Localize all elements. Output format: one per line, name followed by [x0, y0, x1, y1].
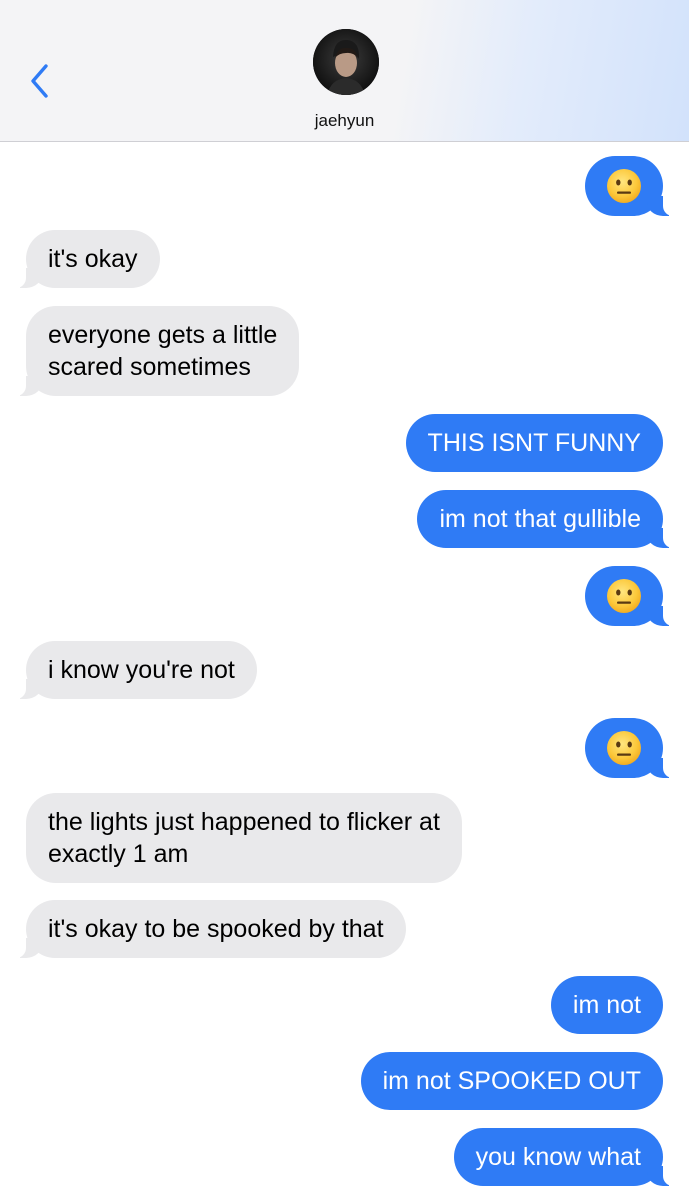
- message-bubble-outgoing[interactable]: [585, 156, 679, 216]
- message-text: THIS ISNT FUNNY: [427, 429, 641, 457]
- message-bubble-outgoing[interactable]: [585, 566, 679, 626]
- contact-name[interactable]: jaehyun: [0, 111, 689, 131]
- message-text-line: exactly 1 am: [48, 840, 189, 868]
- message-bubble-incoming[interactable]: everyone gets a little scared sometimes: [9, 306, 300, 396]
- message-bubble-incoming[interactable]: i know you're not: [10, 641, 257, 699]
- message-text: im not that gullible: [439, 505, 641, 533]
- message-bubble-incoming[interactable]: it's okay: [10, 230, 160, 288]
- message-bubble-outgoing[interactable]: im not that gullible: [417, 490, 679, 548]
- message-text: it's okay: [48, 245, 138, 273]
- message-text-line: scared sometimes: [48, 353, 251, 381]
- message-text: you know what: [475, 1143, 641, 1171]
- message-bubble-outgoing[interactable]: im not SPOOKED OUT: [360, 1052, 663, 1110]
- message-text: im not: [572, 991, 641, 1019]
- chevron-left-icon: [31, 64, 48, 98]
- message-bubble-outgoing[interactable]: you know what: [453, 1128, 680, 1186]
- message-bubble-outgoing[interactable]: im not: [550, 976, 663, 1034]
- message-bubble-incoming[interactable]: the lights just happened to flicker at e…: [26, 793, 462, 883]
- message-text-line: the lights just happened to flicker at: [48, 808, 440, 836]
- contact-avatar[interactable]: [313, 29, 379, 95]
- back-button[interactable]: [24, 60, 58, 104]
- message-bubble-outgoing[interactable]: THIS ISNT FUNNY: [405, 414, 663, 472]
- message-text-line: everyone gets a little: [48, 321, 278, 349]
- message-text: it's okay to be spooked by that: [48, 915, 384, 943]
- message-bubble-outgoing[interactable]: [585, 718, 679, 778]
- message-text: i know you're not: [48, 656, 235, 684]
- conversation-header: jaehyun: [0, 0, 689, 142]
- message-bubble-incoming[interactable]: it's okay to be spooked by that: [10, 900, 406, 958]
- message-text: im not SPOOKED OUT: [382, 1067, 641, 1095]
- neutral-face-emoji-icon: [606, 578, 642, 614]
- neutral-face-emoji-icon: [606, 730, 642, 766]
- neutral-face-emoji-icon: [606, 168, 642, 204]
